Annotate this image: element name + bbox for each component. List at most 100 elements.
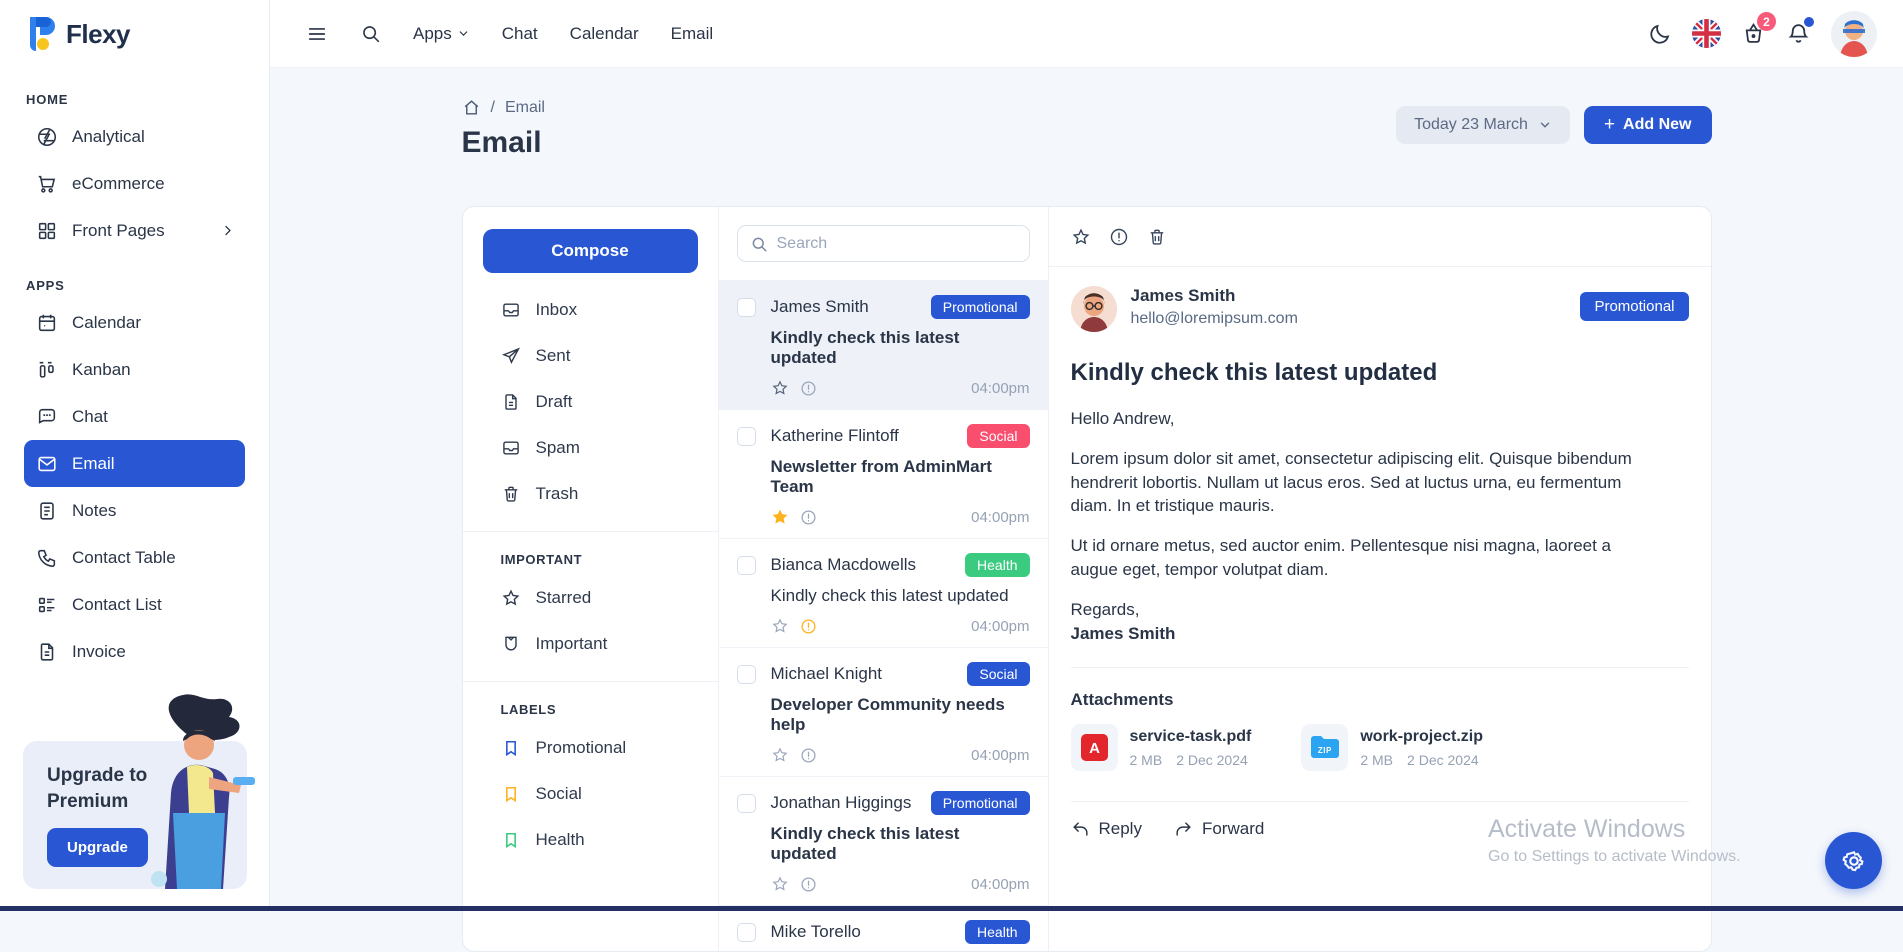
reply-button[interactable]: Reply	[1071, 819, 1142, 839]
breadcrumb-separator: /	[490, 98, 495, 116]
topnav-apps-label: Apps	[413, 23, 452, 43]
important-info-icon[interactable]	[800, 747, 817, 764]
mail-badge: Health	[965, 553, 1030, 577]
star-icon[interactable]	[771, 379, 789, 397]
search-input[interactable]	[776, 234, 1017, 253]
topnav-email[interactable]: Email	[671, 24, 714, 44]
star-icon	[501, 588, 521, 608]
mail-sender: Jonathan Higgings	[770, 793, 912, 812]
folder-sent[interactable]: Sent	[483, 333, 698, 379]
dark-mode-moon-icon[interactable]	[1648, 22, 1672, 46]
mail-list-item[interactable]: Katherine Flintoff Social Newsletter fro…	[718, 410, 1048, 539]
important-info-icon[interactable]	[800, 509, 817, 526]
mail-sender: James Smith	[770, 297, 869, 316]
notifications-bell-icon[interactable]	[1786, 17, 1814, 46]
mail-subject: Kindly check this latest updated	[770, 328, 960, 367]
svg-text:A: A	[1089, 740, 1100, 757]
folder-spam[interactable]: Spam	[483, 425, 698, 471]
sidebar-item-email[interactable]: Email	[24, 440, 245, 487]
attachment-name: service-task.pdf	[1129, 727, 1252, 745]
hamburger-menu-icon[interactable]	[306, 23, 328, 45]
attachment-pdf[interactable]: A service-task.pdf 2 MB 2 Dec 2024	[1070, 724, 1252, 772]
sidebar-item-label: eCommerce	[72, 173, 165, 193]
mail-subject: Kindly check this latest updated	[770, 586, 1009, 605]
sidebar-item-ecommerce[interactable]: eCommerce	[24, 160, 245, 207]
user-avatar[interactable]	[1831, 10, 1877, 57]
important-info-icon[interactable]	[1109, 227, 1129, 247]
folder-inbox[interactable]: Inbox	[483, 287, 698, 333]
star-icon[interactable]	[1071, 227, 1091, 247]
compose-button[interactable]: Compose	[482, 229, 698, 273]
sidebar-item-label: Email	[72, 453, 115, 473]
folder-trash[interactable]: Trash	[483, 471, 698, 517]
home-icon[interactable]	[462, 98, 481, 117]
add-new-button[interactable]: + Add New	[1583, 106, 1712, 144]
label-promotional[interactable]: Promotional	[483, 725, 698, 771]
sidebar-item-notes[interactable]: Notes	[24, 487, 245, 534]
mail-checkbox[interactable]	[736, 922, 756, 942]
star-icon[interactable]	[771, 508, 789, 526]
email-app-card: Compose Inbox Sent Draft Spam Trash IMPO…	[461, 206, 1712, 952]
sidebar-item-contact-list[interactable]: Contact List	[24, 581, 245, 628]
important-info-icon[interactable]	[800, 876, 817, 893]
gear-icon	[1840, 847, 1868, 875]
topnav-chat[interactable]: Chat	[502, 24, 538, 44]
greeting: Hello Andrew,	[1070, 409, 1175, 428]
star-icon[interactable]	[771, 746, 789, 764]
star-icon[interactable]	[771, 617, 789, 635]
sender-avatar	[1070, 286, 1117, 332]
sidebar-item-invoice[interactable]: Invoice	[24, 628, 245, 675]
forward-arrow-icon	[1174, 820, 1193, 839]
mail-list-item[interactable]: Michael Knight Social Developer Communit…	[718, 648, 1048, 777]
folder-important[interactable]: Important	[483, 621, 698, 667]
mail-checkbox[interactable]	[736, 297, 756, 317]
folder-draft[interactable]: Draft	[483, 379, 698, 425]
mail-badge: Social	[967, 424, 1030, 448]
mail-search[interactable]	[736, 225, 1030, 262]
forward-button[interactable]: Forward	[1174, 819, 1264, 839]
sidebar-item-chat[interactable]: Chat	[24, 393, 245, 440]
brand-logo[interactable]: Flexy	[0, 0, 269, 68]
sidebar-item-contact-table[interactable]: Contact Table	[24, 534, 245, 581]
label-name: Social	[535, 784, 582, 803]
mail-list-item[interactable]: Bianca Macdowells Health Kindly check th…	[718, 539, 1048, 648]
important-info-icon[interactable]	[800, 618, 817, 635]
mail-checkbox[interactable]	[736, 793, 756, 813]
folder-starred[interactable]: Starred	[483, 575, 698, 621]
bookmark-icon	[501, 830, 521, 850]
cart-badge: 2	[1757, 12, 1776, 31]
sidebar-item-calendar[interactable]: Calendar	[24, 299, 245, 346]
mail-checkbox[interactable]	[736, 664, 756, 684]
kanban-icon	[36, 359, 58, 381]
sidebar-item-front-pages[interactable]: Front Pages	[24, 207, 245, 254]
cart-basket-icon[interactable]: 2	[1741, 12, 1776, 46]
label-social[interactable]: Social	[483, 771, 698, 817]
notification-dot	[1804, 17, 1814, 27]
mail-checkbox[interactable]	[736, 555, 756, 575]
label-health[interactable]: Health	[483, 817, 698, 863]
search-icon[interactable]	[360, 23, 381, 44]
attachment-zip[interactable]: ZIP work-project.zip 2 MB 2 Dec 2024	[1301, 724, 1483, 772]
mail-list-item[interactable]: Jonathan Higgings Promotional Kindly che…	[718, 777, 1048, 906]
attachment-size: 2 MB	[1360, 751, 1394, 768]
folder-label: Starred	[535, 588, 592, 607]
mail-time: 04:00pm	[971, 379, 1030, 397]
topnav-calendar[interactable]: Calendar	[570, 24, 639, 44]
topbar: Apps Chat Calendar Email 2	[270, 0, 1903, 68]
date-filter-button[interactable]: Today 23 March	[1396, 106, 1570, 144]
sidebar-item-analytical[interactable]: Analytical	[24, 113, 245, 160]
topnav-apps[interactable]: Apps	[413, 24, 470, 44]
language-flag-icon[interactable]	[1692, 19, 1721, 48]
send-plane-icon	[501, 346, 521, 366]
star-icon[interactable]	[771, 875, 789, 893]
sidebar-item-kanban[interactable]: Kanban	[24, 346, 245, 393]
mail-checkbox[interactable]	[736, 426, 756, 446]
trash-icon[interactable]	[1147, 227, 1167, 247]
settings-fab[interactable]	[1825, 832, 1882, 889]
sidebar-item-label: Notes	[72, 500, 117, 520]
mail-time: 04:00pm	[971, 875, 1030, 893]
important-info-icon[interactable]	[800, 380, 817, 397]
search-icon	[750, 235, 768, 253]
mail-list-item[interactable]: Mike Torello Health From your hosting pr…	[719, 906, 1048, 951]
mail-list-item[interactable]: James Smith Promotional Kindly check thi…	[718, 281, 1048, 410]
